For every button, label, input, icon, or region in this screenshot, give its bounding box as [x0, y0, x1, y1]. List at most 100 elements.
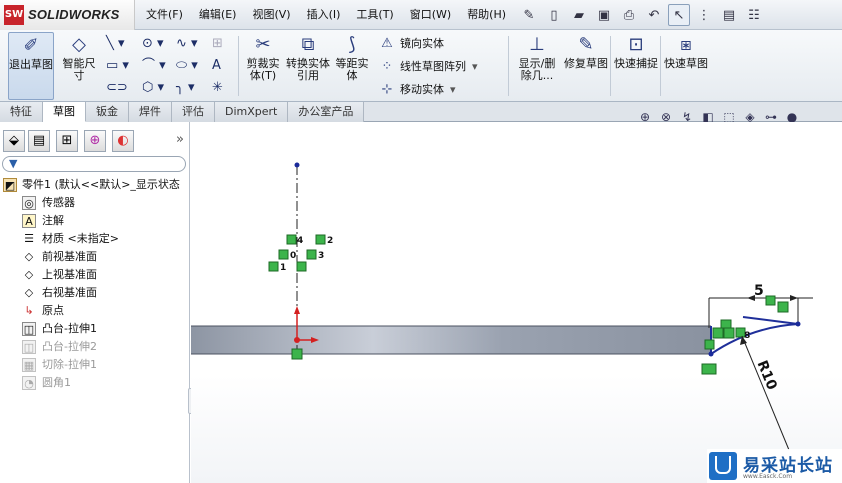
app-logo[interactable]: SW SOLIDWORKS [0, 0, 135, 30]
tab-sheet-metal[interactable]: 钣金 [86, 102, 129, 122]
menu-file[interactable]: 文件(F) [138, 0, 191, 30]
dimension-r10-label[interactable]: R10 [754, 358, 780, 392]
tab-weldments[interactable]: 焊件 [129, 102, 172, 122]
graphics-area[interactable]: 4 2 0 3 1 5 8 R10 [191, 122, 842, 483]
relation-marker[interactable] [268, 261, 279, 272]
tree-item-front-plane[interactable]: ◇ 前视基准面 [0, 248, 190, 266]
tree-item-material[interactable]: ☰ 材质 <未指定> [0, 230, 190, 248]
relation-marker[interactable] [712, 327, 724, 339]
tree-filter-input[interactable]: ▼ [2, 156, 186, 172]
select-cursor-icon[interactable]: ↖ [668, 4, 690, 26]
exit-sketch-button[interactable]: ✐ 退出草图 [8, 32, 54, 100]
menu-insert[interactable]: 插入(I) [299, 0, 349, 30]
tree-item-cut-extrude1[interactable]: ▦ 切除-拉伸1 [0, 356, 190, 374]
sketch-endpoint[interactable] [795, 321, 801, 327]
relation-marker[interactable] [701, 363, 717, 375]
relation-marker[interactable] [723, 327, 735, 339]
mirror-entities-button[interactable]: ⚠ 镜向实体 [378, 33, 444, 53]
feature-manager-tab-icon[interactable]: ⬙ [3, 130, 25, 152]
line-icon[interactable]: ╲ ▾ [106, 34, 134, 54]
chevron-down-icon[interactable]: ▾ [450, 83, 456, 96]
undo-icon[interactable]: ↶ [643, 4, 665, 26]
options-icon[interactable]: ☷ [743, 4, 765, 26]
display-manager-tab-icon[interactable]: ◐ [112, 130, 134, 152]
offset-entities-button[interactable]: ⟆ 等距实体 [332, 32, 372, 100]
traffic-light-icon[interactable]: ⋮ [693, 4, 715, 26]
tree-item-label: 前视基准面 [42, 250, 97, 263]
new-file-icon[interactable]: ▯ [543, 4, 565, 26]
tree-item-right-plane[interactable]: ◇ 右视基准面 [0, 284, 190, 302]
save-icon[interactable]: ▣ [593, 4, 615, 26]
relation-marker[interactable] [704, 339, 715, 350]
polygon-icon[interactable]: ⬡ ▾ [142, 78, 170, 98]
tree-item-sensors[interactable]: ◎ 传感器 [0, 194, 190, 212]
sketch-endpoint[interactable] [708, 351, 714, 357]
fillet-icon[interactable]: ╮ ▾ [176, 78, 204, 98]
circle-icon[interactable]: ⊙ ▾ [142, 34, 170, 54]
convert-entities-button[interactable]: ⧉ 转换实体引用 [286, 32, 330, 100]
tree-item-boss-extrude2[interactable]: ◫ 凸台-拉伸2 [0, 338, 190, 356]
linear-pattern-button[interactable]: ⁘ 线性草图阵列 ▾ [378, 56, 478, 76]
menu-tools[interactable]: 工具(T) [348, 0, 401, 30]
display-delete-relations-button[interactable]: ⊥ 显示/删除几... [514, 32, 560, 100]
menu-help[interactable]: 帮助(H) [459, 0, 514, 30]
relation-marker[interactable] [286, 234, 297, 245]
tab-features[interactable]: 特征 [0, 102, 43, 122]
slot-icon[interactable]: ⊂⊃ ▾ [106, 78, 134, 115]
relation-marker[interactable] [765, 295, 776, 306]
arc-icon[interactable]: ⌒ ▾ [142, 56, 170, 76]
trim-icon: ✂ [255, 34, 271, 55]
point-icon[interactable]: ✳ [212, 78, 240, 98]
quick-snaps-button[interactable]: ⊡ 快速捕捉 [614, 32, 658, 100]
chevron-down-icon[interactable]: ▾ [472, 60, 478, 73]
tab-dimxpert[interactable]: DimXpert [215, 102, 289, 122]
relation-markers: 4 2 0 3 1 [268, 234, 333, 273]
spline-icon[interactable]: ∿ ▾ [176, 34, 204, 54]
rapid-sketch-icon: ⧆ [680, 34, 692, 55]
configuration-manager-tab-icon[interactable]: ⊞ [56, 130, 78, 152]
trim-button[interactable]: ✂ 剪裁实体(T) [242, 32, 284, 100]
menu-edit[interactable]: 编辑(E) [191, 0, 245, 30]
repair-sketch-button[interactable]: ✎ 修复草图 [564, 32, 608, 100]
extruded-body[interactable] [191, 326, 711, 354]
chevron-right-icon[interactable]: » [176, 132, 184, 147]
relation-label: 8 [744, 331, 750, 341]
relation-marker[interactable] [278, 249, 289, 260]
tab-office-products[interactable]: 办公室产品 [288, 102, 365, 122]
open-folder-icon[interactable]: ▰ [568, 4, 590, 26]
tree-item-top-plane[interactable]: ◇ 上视基准面 [0, 266, 190, 284]
file-properties-icon[interactable]: ▤ [718, 4, 740, 26]
pin-icon[interactable]: ✎ [518, 4, 540, 26]
tab-evaluate[interactable]: 评估 [172, 102, 215, 122]
ellipse-icon[interactable]: ⬭ ▾ [176, 56, 204, 76]
relation-marker[interactable] [777, 301, 789, 313]
tree-item-label: 圆角1 [42, 376, 71, 389]
sketch-profile-right[interactable]: 5 8 R10 [701, 283, 813, 451]
relation-marker[interactable] [306, 249, 317, 260]
sketch-line[interactable] [742, 316, 799, 325]
relation-marker[interactable] [291, 348, 303, 360]
move-entities-button[interactable]: ⊹ 移动实体 ▾ [378, 79, 456, 99]
smart-dimension-button[interactable]: ◇ 智能尺寸 [58, 32, 100, 100]
relation-marker[interactable] [296, 261, 307, 272]
menu-view[interactable]: 视图(V) [244, 0, 298, 30]
print-icon[interactable]: ⎙ [618, 4, 640, 26]
centerline-endpoint[interactable] [294, 162, 300, 168]
filter-icon: ▼ [9, 157, 18, 170]
tree-item-origin[interactable]: ↳ 原点 [0, 302, 190, 320]
dimxpert-manager-tab-icon[interactable]: ⊕ [84, 130, 106, 152]
rectangle-icon[interactable]: ▭ ▾ [106, 56, 134, 76]
relation-marker[interactable] [315, 234, 326, 245]
sketch-canvas[interactable]: 4 2 0 3 1 5 8 R10 [191, 122, 842, 483]
text-icon[interactable]: A [212, 56, 240, 76]
property-manager-tab-icon[interactable]: ▤ [28, 130, 50, 152]
tree-root-part[interactable]: ◩ 零件1 (默认<<默认>_显示状态 [0, 176, 190, 194]
grid-icon[interactable]: ⊞ [212, 34, 240, 54]
dimension-5-label[interactable]: 5 [754, 283, 764, 299]
rapid-sketch-button[interactable]: ⧆ 快速草图 [664, 32, 708, 100]
tree-item-annotations[interactable]: A 注解 [0, 212, 190, 230]
menu-window[interactable]: 窗口(W) [402, 0, 459, 30]
tree-item-fillet1[interactable]: ◔ 圆角1 [0, 374, 190, 392]
tab-sketch[interactable]: 草图 [43, 102, 86, 122]
tree-item-boss-extrude1[interactable]: ◫ 凸台-拉伸1 [0, 320, 190, 338]
